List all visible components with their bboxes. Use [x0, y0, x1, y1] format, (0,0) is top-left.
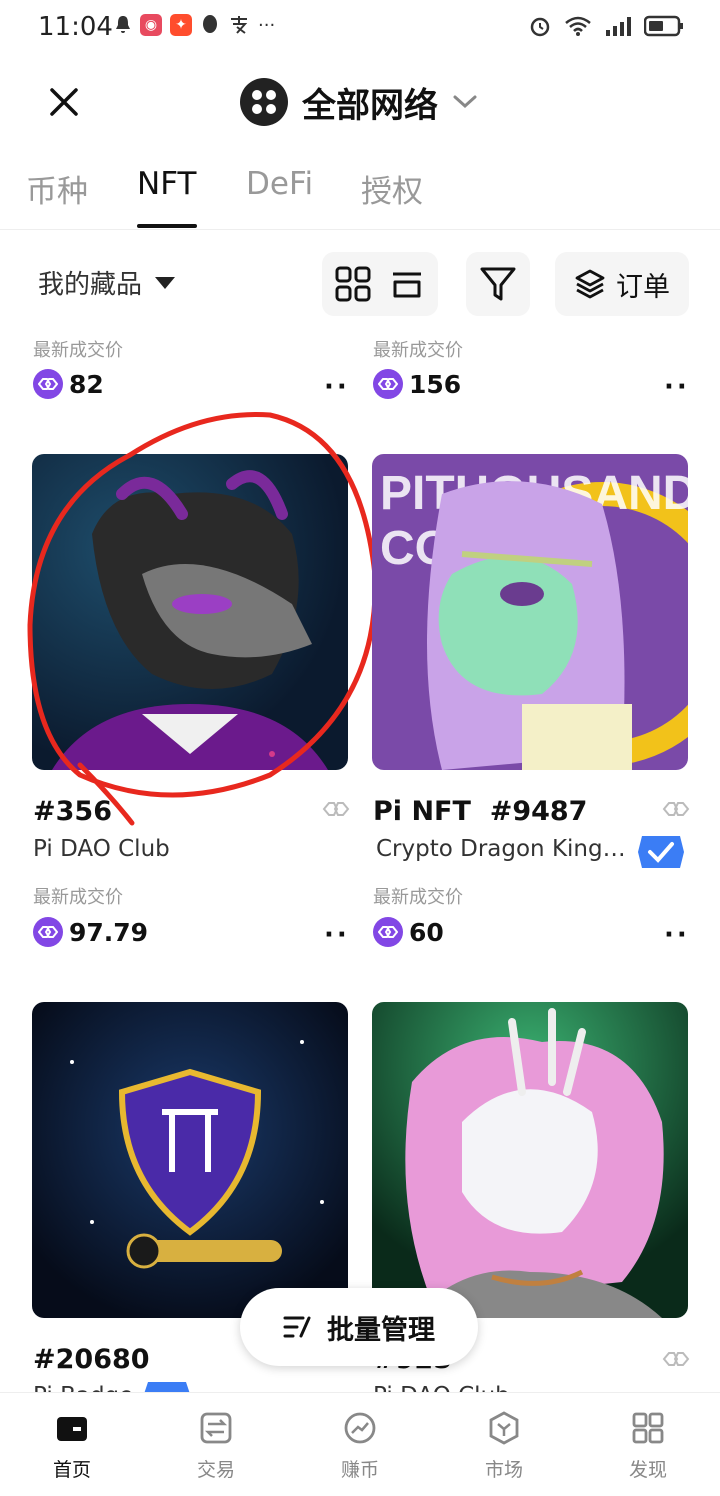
grid-view-icon[interactable] [335, 266, 371, 302]
wifi-icon [565, 16, 591, 36]
more-icon[interactable]: ·· [324, 372, 350, 402]
status-time: 11:04 [38, 12, 113, 42]
chevron-down-icon [453, 95, 477, 109]
nav-label: 首页 [52, 1459, 91, 1481]
price-value: 60 [409, 917, 444, 947]
nft-toolbar: 我的藏品 订单 [0, 252, 720, 318]
nav-home[interactable]: 首页 [27, 1411, 117, 1482]
nav-label: 市场 [484, 1459, 523, 1481]
price-row: 60 [373, 917, 444, 947]
batch-list-icon [283, 1316, 311, 1338]
bell-icon [116, 16, 130, 33]
home-icon [57, 1417, 87, 1441]
orders-button[interactable]: 订单 [555, 252, 689, 316]
tab-authorization[interactable]: 授权 [361, 166, 423, 211]
asset-tabs: 币种 NFT DeFi 授权 [0, 160, 720, 230]
price-row: 97.79 [33, 917, 148, 947]
nav-label: 交易 [196, 1459, 235, 1481]
price-label: 最新成交价 [33, 340, 123, 361]
price-row: 156 [373, 369, 461, 399]
nav-earn[interactable]: 赚币 [315, 1411, 405, 1482]
bottom-nav: 首页 交易 赚币 市场 发现 [0, 1392, 720, 1496]
taobao-icon: ✦ [170, 14, 192, 36]
caret-down-icon [155, 276, 176, 289]
view-toggle[interactable] [322, 252, 438, 316]
network-grid-icon [240, 78, 288, 126]
list-view-icon[interactable] [389, 266, 425, 302]
nav-market[interactable]: 市场 [459, 1411, 549, 1482]
status-bar: 11:04 ◉ ✦ ··· [0, 0, 720, 56]
price-value: 97.79 [69, 917, 149, 947]
layers-icon [575, 269, 605, 299]
price-label: 最新成交价 [33, 887, 123, 908]
filter-button[interactable] [466, 252, 530, 316]
price-label: 最新成交价 [373, 340, 463, 361]
polygon-chain-icon [662, 802, 690, 816]
polygon-coin-icon [373, 917, 403, 947]
more-notifications-icon: ··· [258, 14, 276, 36]
tab-tokens[interactable]: 币种 [26, 166, 88, 211]
polygon-chain-icon [322, 802, 350, 816]
nft-id: Pi NFT #9487 [373, 796, 588, 827]
nav-label: 赚币 [340, 1459, 379, 1481]
market-icon [489, 1411, 519, 1445]
nav-label: 发现 [628, 1459, 667, 1481]
polygon-coin-icon [33, 917, 63, 947]
red-annotation-circle [27, 412, 378, 826]
nft-collection-name: Pi DAO Club [33, 836, 170, 862]
nft-image[interactable] [32, 1002, 348, 1318]
nav-discover[interactable]: 发现 [603, 1411, 693, 1482]
app-notify-icon: ◉ [140, 14, 162, 36]
batch-manage-button[interactable]: 批量管理 [240, 1288, 478, 1366]
nft-image[interactable] [372, 1002, 688, 1318]
orders-label: 订单 [616, 271, 670, 303]
price-value: 156 [409, 369, 462, 399]
alipay-icon [231, 16, 248, 34]
trade-icon [200, 1412, 232, 1444]
nft-image[interactable]: PITHOUSANDS COI [372, 454, 688, 770]
battery-icon [644, 15, 683, 37]
collections-label: 我的藏品 [38, 270, 143, 300]
more-icon[interactable]: ·· [324, 920, 350, 950]
tab-defi[interactable]: DeFi [246, 166, 313, 202]
tab-nft[interactable]: NFT [137, 166, 196, 202]
verified-badge-icon [638, 836, 684, 868]
header: 全部网络 [0, 60, 720, 144]
status-notification-icons: ◉ ✦ ··· [114, 14, 275, 36]
network-title: 全部网络 [302, 85, 438, 126]
nav-trade[interactable]: 交易 [171, 1411, 261, 1482]
collections-dropdown[interactable]: 我的藏品 [38, 264, 176, 301]
signal-icon [606, 17, 631, 36]
filter-icon [480, 267, 516, 301]
price-row: 82 [33, 369, 104, 399]
status-system-icons [528, 14, 684, 38]
qq-icon [203, 15, 217, 33]
batch-manage-label: 批量管理 [327, 1314, 435, 1346]
polygon-coin-icon [373, 369, 403, 399]
network-selector[interactable]: 全部网络 [240, 72, 478, 132]
more-icon[interactable]: ·· [664, 372, 690, 402]
more-icon[interactable]: ·· [664, 920, 690, 950]
close-button[interactable] [40, 78, 88, 126]
nft-id: #20680 [33, 1344, 150, 1375]
price-value: 82 [69, 369, 104, 399]
close-icon [50, 88, 78, 116]
alarm-icon [530, 17, 550, 37]
earn-icon [344, 1412, 376, 1444]
polygon-coin-icon [33, 369, 63, 399]
nft-collection-name: Crypto Dragon King… [376, 836, 626, 862]
polygon-chain-icon [662, 1352, 690, 1366]
discover-icon [632, 1412, 664, 1444]
price-label: 最新成交价 [373, 887, 463, 908]
active-tab-indicator [137, 224, 197, 228]
nft-id: #356 [33, 796, 112, 827]
